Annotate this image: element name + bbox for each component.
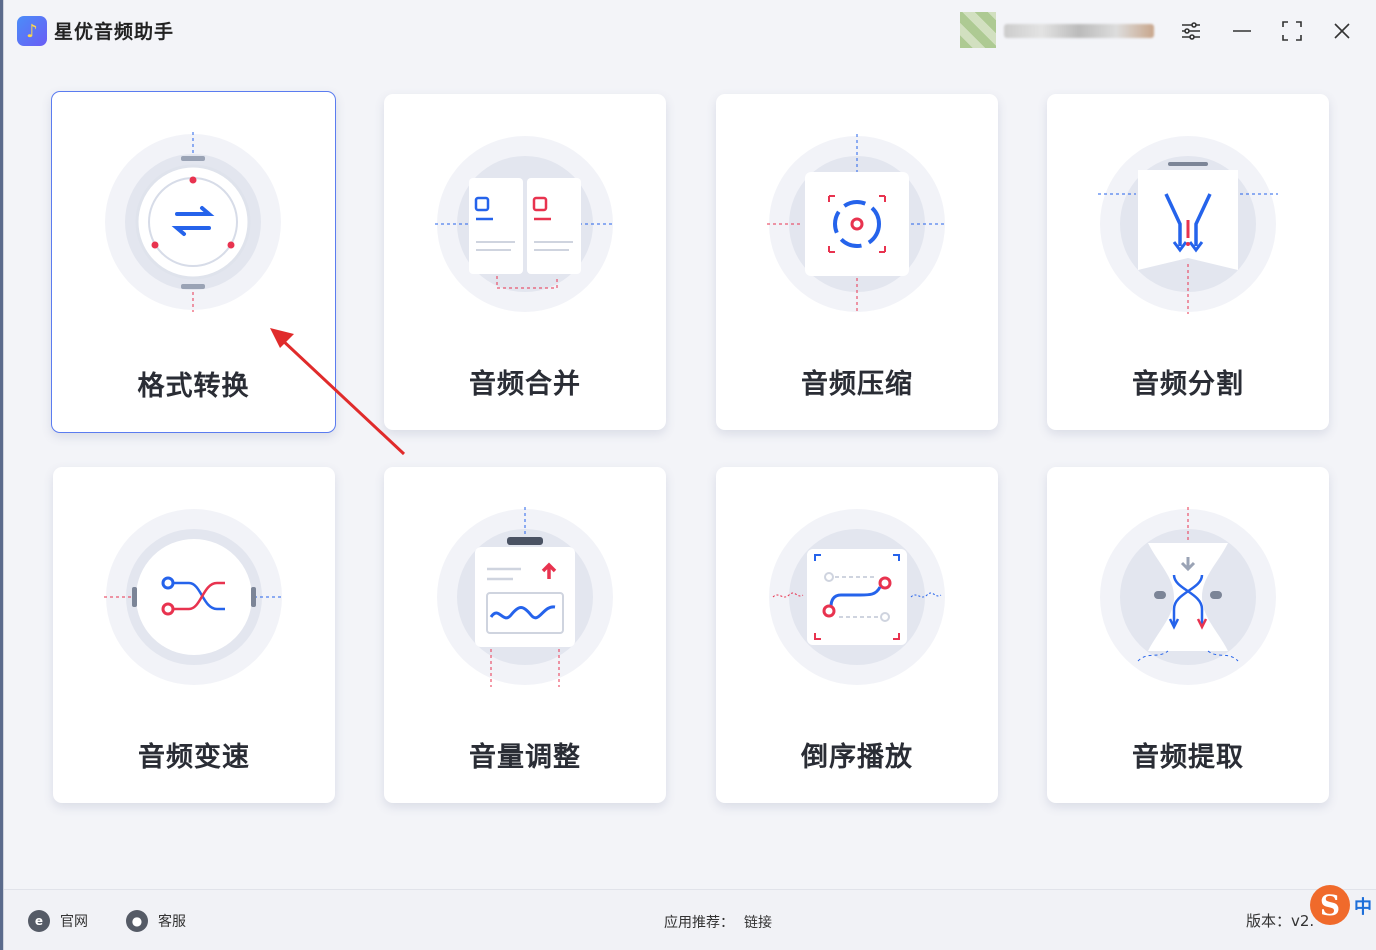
- settings-button[interactable]: [1174, 14, 1208, 48]
- recommend-link[interactable]: 链接: [744, 915, 772, 931]
- feature-label: 音频提取: [1132, 742, 1244, 773]
- app-recommend: 应用推荐： 链接: [664, 912, 772, 932]
- audio-speed-icon: [104, 509, 284, 685]
- feature-card-audio-extract[interactable]: 音频提取: [1047, 467, 1329, 803]
- user-name-blurred: [1004, 24, 1154, 38]
- audio-compress-icon: [767, 134, 947, 314]
- feature-card-audio-merge[interactable]: 音频合并: [384, 94, 666, 430]
- title-bar: ♪ 星优音频助手: [4, 0, 1376, 62]
- minimize-icon: [1233, 30, 1251, 32]
- feature-card-volume-adjust[interactable]: 音量调整: [384, 467, 666, 803]
- app-logo-icon: ♪: [17, 16, 47, 46]
- chat-bubble-icon: ●: [126, 910, 148, 932]
- maximize-button[interactable]: [1275, 14, 1309, 48]
- feature-label: 音频压缩: [801, 369, 913, 400]
- audio-merge-icon: [435, 136, 615, 312]
- website-label: 官网: [60, 914, 88, 930]
- feature-card-reverse-play[interactable]: 倒序播放: [716, 467, 998, 803]
- recommend-label: 应用推荐：: [664, 915, 734, 931]
- website-link[interactable]: e 官网: [28, 910, 88, 932]
- feature-grid: 格式转换 音频合并 音频压缩 音频分割 音频变速 音量调整 倒序播放 音频提取: [4, 62, 1376, 888]
- feature-label: 音频变速: [138, 742, 250, 773]
- feature-label: 格式转换: [137, 371, 250, 402]
- support-link[interactable]: ● 客服: [126, 910, 186, 932]
- avatar: [960, 12, 996, 48]
- footer-bar: e 官网 ● 客服 应用推荐： 链接 版本：v2.: [4, 889, 1376, 950]
- minimize-button[interactable]: [1225, 14, 1259, 48]
- close-button[interactable]: [1325, 14, 1359, 48]
- app-title: 星优音频助手: [54, 21, 175, 43]
- feature-card-audio-speed[interactable]: 音频变速: [53, 467, 335, 803]
- feature-label: 音频合并: [469, 369, 581, 400]
- feature-card-format-convert[interactable]: 格式转换: [51, 91, 336, 433]
- settings-sliders-icon: [1182, 22, 1200, 40]
- maximize-icon: [1282, 21, 1302, 41]
- feature-label: 倒序播放: [801, 742, 913, 773]
- ie-browser-icon: e: [28, 910, 50, 932]
- feature-card-audio-split[interactable]: 音频分割: [1047, 94, 1329, 430]
- app-window: ♪ 星优音频助手 格式转换 音频合并 音频压缩 音频分割 音频变速 音量调整 倒…: [3, 0, 1376, 950]
- ime-indicator[interactable]: S 中: [1310, 885, 1376, 925]
- ime-language: 中: [1354, 897, 1372, 918]
- close-icon: [1334, 23, 1350, 39]
- feature-label: 音量调整: [469, 742, 581, 773]
- reverse-play-icon: [769, 509, 945, 685]
- feature-card-audio-compress[interactable]: 音频压缩: [716, 94, 998, 430]
- support-label: 客服: [158, 914, 186, 930]
- volume-adjust-icon: [437, 507, 613, 687]
- user-account-area[interactable]: [960, 12, 1156, 48]
- sogou-logo-icon: S: [1310, 885, 1350, 925]
- format-convert-icon: [105, 132, 281, 312]
- audio-extract-icon: [1100, 507, 1276, 685]
- feature-label: 音频分割: [1132, 369, 1244, 400]
- audio-split-icon: [1098, 136, 1278, 314]
- version-label: 版本：v2.: [1246, 912, 1315, 930]
